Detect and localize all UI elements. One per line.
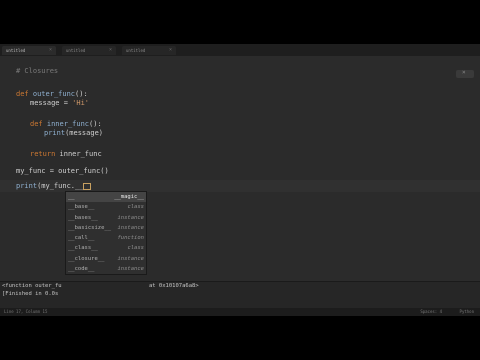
code-line-assign: my_func = outer_func() (16, 167, 109, 175)
autocomplete-item[interactable]: __base__ class (66, 202, 146, 212)
tab-bar: untitled × untitled × untitled × (0, 44, 480, 56)
code-text: inner_func (55, 150, 102, 158)
close-icon[interactable]: × (109, 46, 112, 55)
code-editor[interactable]: × # Closures def outer_func(): message =… (0, 56, 480, 281)
status-syntax[interactable]: Python (460, 308, 474, 316)
keyword: return (30, 150, 56, 158)
tab-3[interactable]: untitled × (122, 46, 176, 55)
text-cursor (83, 182, 92, 190)
autocomplete-type: instance (117, 214, 145, 221)
autocomplete-type: class (127, 204, 144, 211)
code-line-print-message: print(message) (44, 127, 103, 139)
autocomplete-name: __ (68, 194, 75, 200)
tab-2[interactable]: untitled × (62, 46, 116, 55)
status-bar: Line 17, Column 15 Spaces: 4 Python (0, 308, 480, 316)
autocomplete-popup[interactable]: __ __magic__ __base__ class __bases__ insta… (65, 191, 147, 275)
autocomplete-item[interactable]: __call__ function (66, 233, 146, 243)
string-literal: 'Hi' (72, 99, 90, 107)
autocomplete-item[interactable]: __class__ class (66, 243, 146, 253)
autocomplete-type: instance (117, 255, 145, 262)
autocomplete-type: function (117, 235, 145, 242)
autocomplete-name: __code__ (68, 266, 95, 273)
keyword: def (30, 120, 43, 128)
autocomplete-name: __bases__ (68, 214, 98, 221)
autocomplete-name: __class__ (68, 245, 98, 252)
output-line-1-tail: at 0x10107a6a8> (149, 283, 199, 289)
autocomplete-type: instance (117, 266, 145, 273)
status-indentation[interactable]: Spaces: 4 (420, 308, 442, 316)
autocomplete-name: __closure__ (68, 255, 105, 262)
autocomplete-item[interactable]: __bases__ instance (66, 213, 146, 223)
close-panel-button[interactable]: × (456, 69, 474, 78)
close-icon[interactable]: × (169, 46, 172, 55)
code-text: (my_func.__ (37, 182, 84, 190)
close-icon: × (462, 69, 466, 76)
editor-window: untitled × untitled × untitled × × # Clo… (0, 44, 480, 316)
close-icon[interactable]: × (49, 46, 52, 55)
code-line-return: return inner_func (30, 148, 102, 160)
autocomplete-name: __base__ (68, 204, 95, 211)
tab-1[interactable]: untitled × (2, 46, 56, 55)
tab-label: untitled (6, 48, 26, 53)
builtin: print (44, 129, 66, 137)
autocomplete-item[interactable]: __basicsize__ instance (66, 223, 146, 233)
code-text: message = (30, 99, 73, 107)
code-comment: # Closures (16, 67, 59, 75)
tab-label: untitled (66, 48, 86, 53)
output-line-2: [Finished in 0.0s (2, 291, 59, 297)
autocomplete-item[interactable]: __ __magic__ (66, 192, 146, 203)
code-line-message: message = 'Hi' (30, 97, 89, 109)
autocomplete-type: class (127, 245, 144, 252)
status-position: Line 17, Column 15 (4, 309, 48, 314)
autocomplete-type: __magic__ (114, 194, 144, 200)
code-text: (message) (65, 129, 104, 137)
build-output-panel: <function outer_fu at 0x10107a6a8> [Fini… (0, 281, 480, 309)
keyword: def (16, 90, 29, 98)
autocomplete-type: instance (117, 224, 145, 231)
tab-label: untitled (126, 48, 146, 53)
autocomplete-item[interactable]: __closure__ instance (66, 254, 146, 264)
autocomplete-name: __call__ (68, 235, 95, 242)
autocomplete-item[interactable]: __code__ instance (66, 264, 146, 274)
builtin: print (16, 182, 38, 190)
autocomplete-name: __basicsize__ (68, 224, 112, 231)
